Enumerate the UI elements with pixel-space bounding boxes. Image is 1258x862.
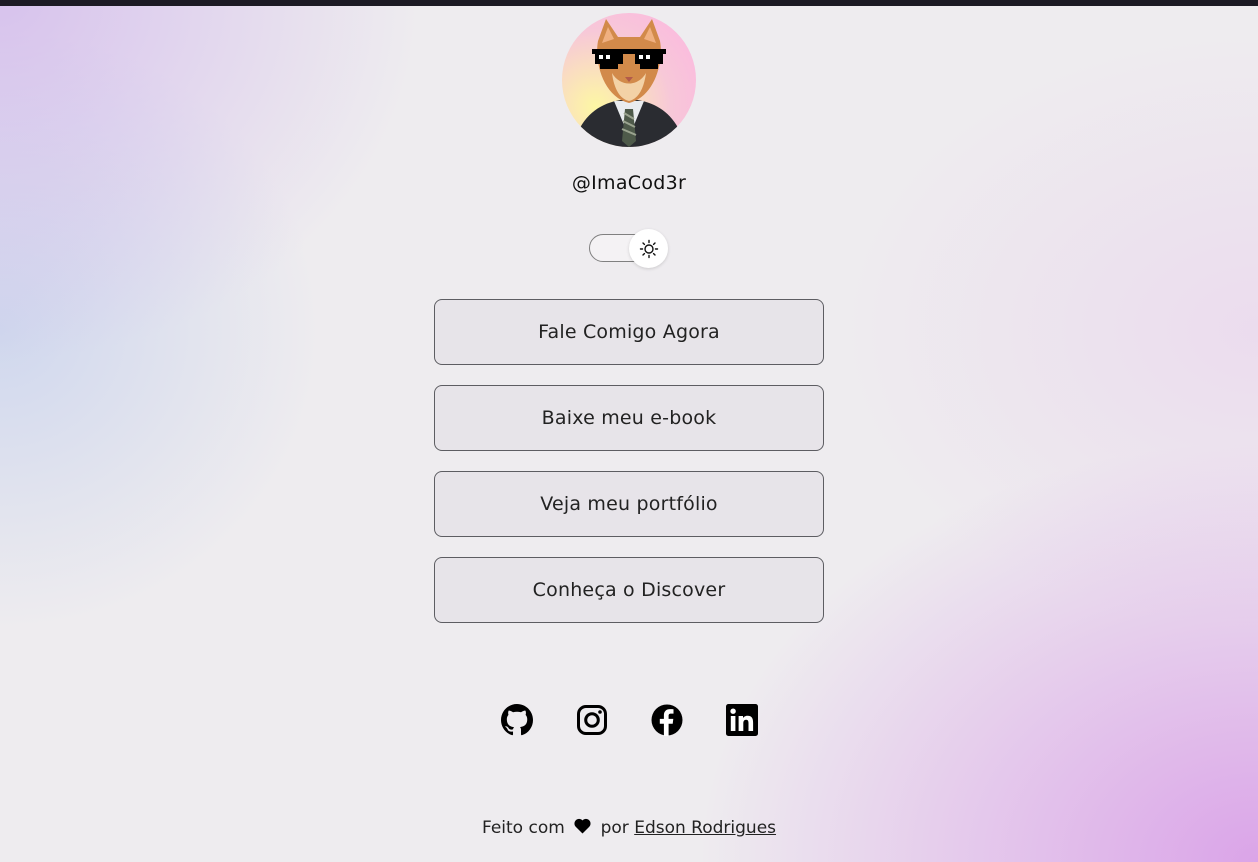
facebook-icon <box>651 704 682 736</box>
link-button-portfolio[interactable]: Veja meu portfólio <box>434 471 824 537</box>
link-button-discover[interactable]: Conheça o Discover <box>434 557 824 623</box>
linkedin-link[interactable] <box>725 702 758 738</box>
profile-handle: @ImaCod3r <box>571 172 687 194</box>
link-button-fale-comigo[interactable]: Fale Comigo Agora <box>434 299 824 365</box>
instagram-link[interactable] <box>576 702 608 738</box>
top-bar <box>0 0 1258 6</box>
facebook-link[interactable] <box>651 702 683 738</box>
avatar-image <box>572 19 686 147</box>
github-link[interactable] <box>500 702 533 738</box>
linkedin-icon <box>725 704 758 736</box>
github-icon <box>500 704 533 736</box>
links-list: Fale Comigo Agora Baixe meu e-book Veja … <box>434 299 824 643</box>
social-links <box>0 702 1258 738</box>
link-button-ebook[interactable]: Baixe meu e-book <box>434 385 824 451</box>
theme-toggle-knob[interactable] <box>629 229 668 268</box>
sun-icon <box>639 239 658 258</box>
footer-prefix: Feito com <box>481 818 565 838</box>
avatar <box>562 13 696 147</box>
instagram-icon <box>576 705 607 735</box>
footer-middle: por <box>600 818 629 838</box>
author-link[interactable]: Edson Rodrigues <box>634 818 776 838</box>
heart-icon <box>574 818 591 834</box>
footer: Feito com por Edson Rodrigues <box>0 818 1258 838</box>
